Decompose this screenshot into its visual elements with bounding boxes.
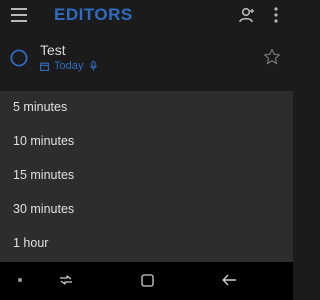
hamburger-menu-icon[interactable] — [11, 8, 27, 22]
dot-icon — [18, 278, 22, 282]
person-add-icon[interactable] — [238, 6, 256, 24]
reminder-option-label: 10 minutes — [13, 134, 75, 148]
reminder-option-label: 1 hour — [13, 236, 49, 250]
app-bar: EDITORS — [0, 0, 293, 32]
task-due-info: Today — [40, 59, 98, 73]
task-list-item[interactable]: Test Today — [0, 32, 293, 90]
task-title: Test — [40, 42, 66, 58]
reminder-option-10-minutes[interactable]: 10 minutes — [0, 125, 293, 159]
reminder-options-sheet: 5 minutes 10 minutes 15 minutes 30 minut… — [0, 91, 293, 262]
reminder-option-5-minutes[interactable]: 5 minutes — [0, 91, 293, 125]
reminder-option-1-hour[interactable]: 1 hour — [0, 227, 293, 261]
home-icon[interactable] — [141, 274, 154, 287]
reminder-option-15-minutes[interactable]: 15 minutes — [0, 159, 293, 193]
system-nav-bar — [0, 262, 293, 300]
page-title: EDITORS — [54, 5, 133, 24]
back-arrow-icon[interactable] — [222, 273, 237, 287]
reminder-option-label: 5 minutes — [13, 100, 68, 114]
circle-outline-icon[interactable] — [10, 49, 28, 67]
reminder-option-30-minutes[interactable]: 30 minutes — [0, 193, 293, 227]
task-due-label: Today — [54, 60, 84, 72]
star-outline-icon[interactable] — [263, 48, 281, 66]
microphone-icon — [90, 61, 98, 71]
recent-apps-icon[interactable] — [59, 273, 73, 287]
calendar-icon — [40, 62, 49, 71]
reminder-option-label: 30 minutes — [13, 202, 75, 216]
more-vert-icon[interactable] — [272, 6, 280, 24]
reminder-option-label: 15 minutes — [13, 168, 75, 182]
